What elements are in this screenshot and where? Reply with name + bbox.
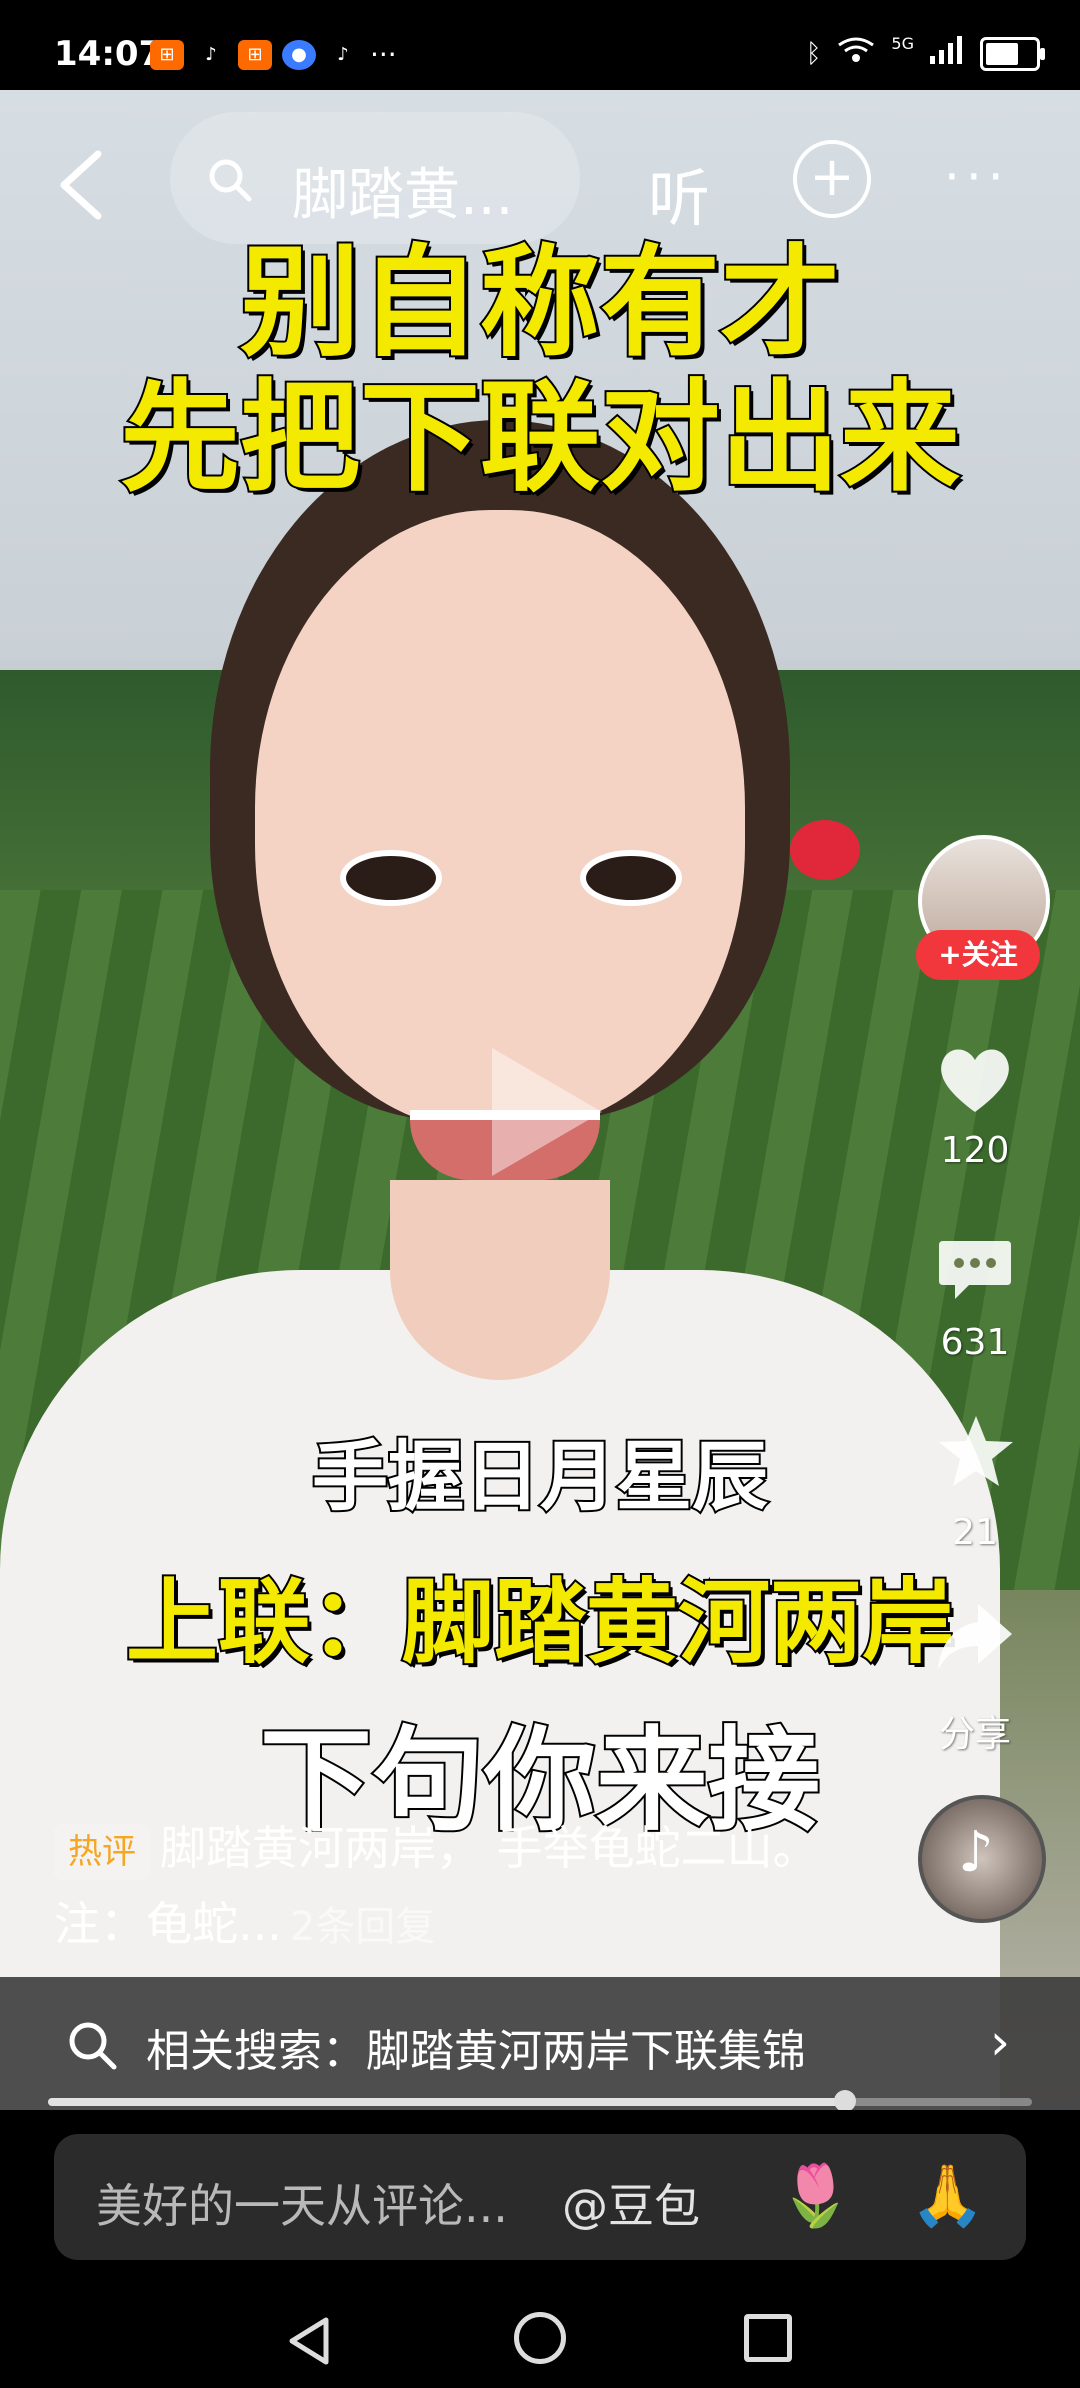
related-search-text: 相关搜索：脚踏黄河两岸下联集锦 bbox=[146, 2026, 806, 2077]
comment-count: 631 bbox=[940, 1322, 1010, 1363]
hot-comment[interactable]: 热评 脚踏黄河两岸， 手举龟蛇二山。 注：龟蛇... 2条回复 bbox=[54, 1810, 894, 1965]
wifi-icon bbox=[837, 36, 875, 71]
play-icon[interactable] bbox=[492, 1048, 602, 1176]
tiktok-icon: ♪ bbox=[205, 44, 217, 65]
hot-comment-text: 脚踏黄河两岸， 手举龟蛇二山。 注：龟蛇... bbox=[54, 1821, 819, 1951]
comment-icon[interactable] bbox=[935, 1235, 1015, 1305]
share-arrow-icon[interactable] bbox=[934, 1600, 1014, 1676]
comment-input-placeholder[interactable]: 美好的一天从评论... bbox=[96, 2170, 508, 2236]
nav-recents-icon[interactable] bbox=[744, 2314, 792, 2362]
more-notifications-icon: ··· bbox=[370, 38, 397, 71]
signal-icon bbox=[930, 36, 964, 71]
system-navigation-bar bbox=[0, 2290, 1080, 2388]
person-eye-right bbox=[580, 850, 682, 906]
browser-icon: ● bbox=[282, 39, 316, 70]
like-heart-icon[interactable] bbox=[935, 1040, 1015, 1120]
battery-icon bbox=[980, 36, 1045, 71]
nav-home-icon[interactable] bbox=[514, 2312, 566, 2364]
follow-button[interactable]: +关注 bbox=[916, 930, 1040, 980]
pray-emoji-button[interactable]: 🙏 bbox=[910, 2160, 985, 2231]
tiktok-icon: ♪ bbox=[337, 44, 349, 65]
caption-line-b: 上联：脚踏黄河两岸 bbox=[124, 1567, 956, 1678]
chevron-right-icon: › bbox=[990, 2013, 1010, 2071]
app-notification-icon: ⊞ bbox=[238, 39, 272, 70]
music-note-icon: ♪ bbox=[958, 1820, 994, 1885]
hair-flower bbox=[790, 820, 860, 880]
related-search-bar[interactable]: 相关搜索：脚踏黄河两岸下联集锦 › bbox=[0, 1977, 1080, 2110]
notification-icons: ⊞ ♪ ⊞ ● ♪ ··· bbox=[150, 38, 397, 71]
favorite-star-icon[interactable] bbox=[936, 1412, 1016, 1492]
app-notification-icon: ⊞ bbox=[150, 39, 184, 70]
like-count: 120 bbox=[940, 1130, 1010, 1171]
mention-doubao-button[interactable]: @豆包 bbox=[562, 2170, 700, 2236]
search-icon bbox=[69, 2022, 117, 2070]
more-options-button[interactable]: ··· bbox=[944, 148, 1010, 206]
progress-fill bbox=[48, 2098, 846, 2106]
caption-title-line2: 先把下联对出来 bbox=[118, 367, 962, 510]
bluetooth-icon: ᛒ bbox=[805, 38, 822, 69]
status-time: 14:07 bbox=[54, 34, 163, 74]
flower-emoji-button[interactable]: 🌷 bbox=[778, 2160, 853, 2231]
favorite-count: 21 bbox=[952, 1512, 998, 1553]
share-label: 分享 bbox=[938, 1714, 1011, 1755]
person-face bbox=[255, 510, 745, 1130]
system-icons: ᛒ 5G bbox=[805, 34, 1045, 71]
network-type: 5G bbox=[891, 34, 914, 53]
video-progress-bar[interactable] bbox=[48, 2090, 1032, 2112]
search-icon bbox=[209, 159, 252, 202]
person-eye-left bbox=[340, 850, 442, 906]
nav-back-icon[interactable] bbox=[286, 2316, 330, 2366]
caption-line-a: 手握日月星辰 bbox=[310, 1430, 770, 1523]
progress-handle[interactable] bbox=[834, 2090, 857, 2112]
hot-comment-badge: 热评 bbox=[54, 1823, 150, 1880]
hot-comment-replies[interactable]: 2条回复 bbox=[290, 1904, 435, 1950]
status-bar: 14:07 ⊞ ♪ ⊞ ● ♪ ··· ᛒ 5G bbox=[0, 0, 1080, 90]
